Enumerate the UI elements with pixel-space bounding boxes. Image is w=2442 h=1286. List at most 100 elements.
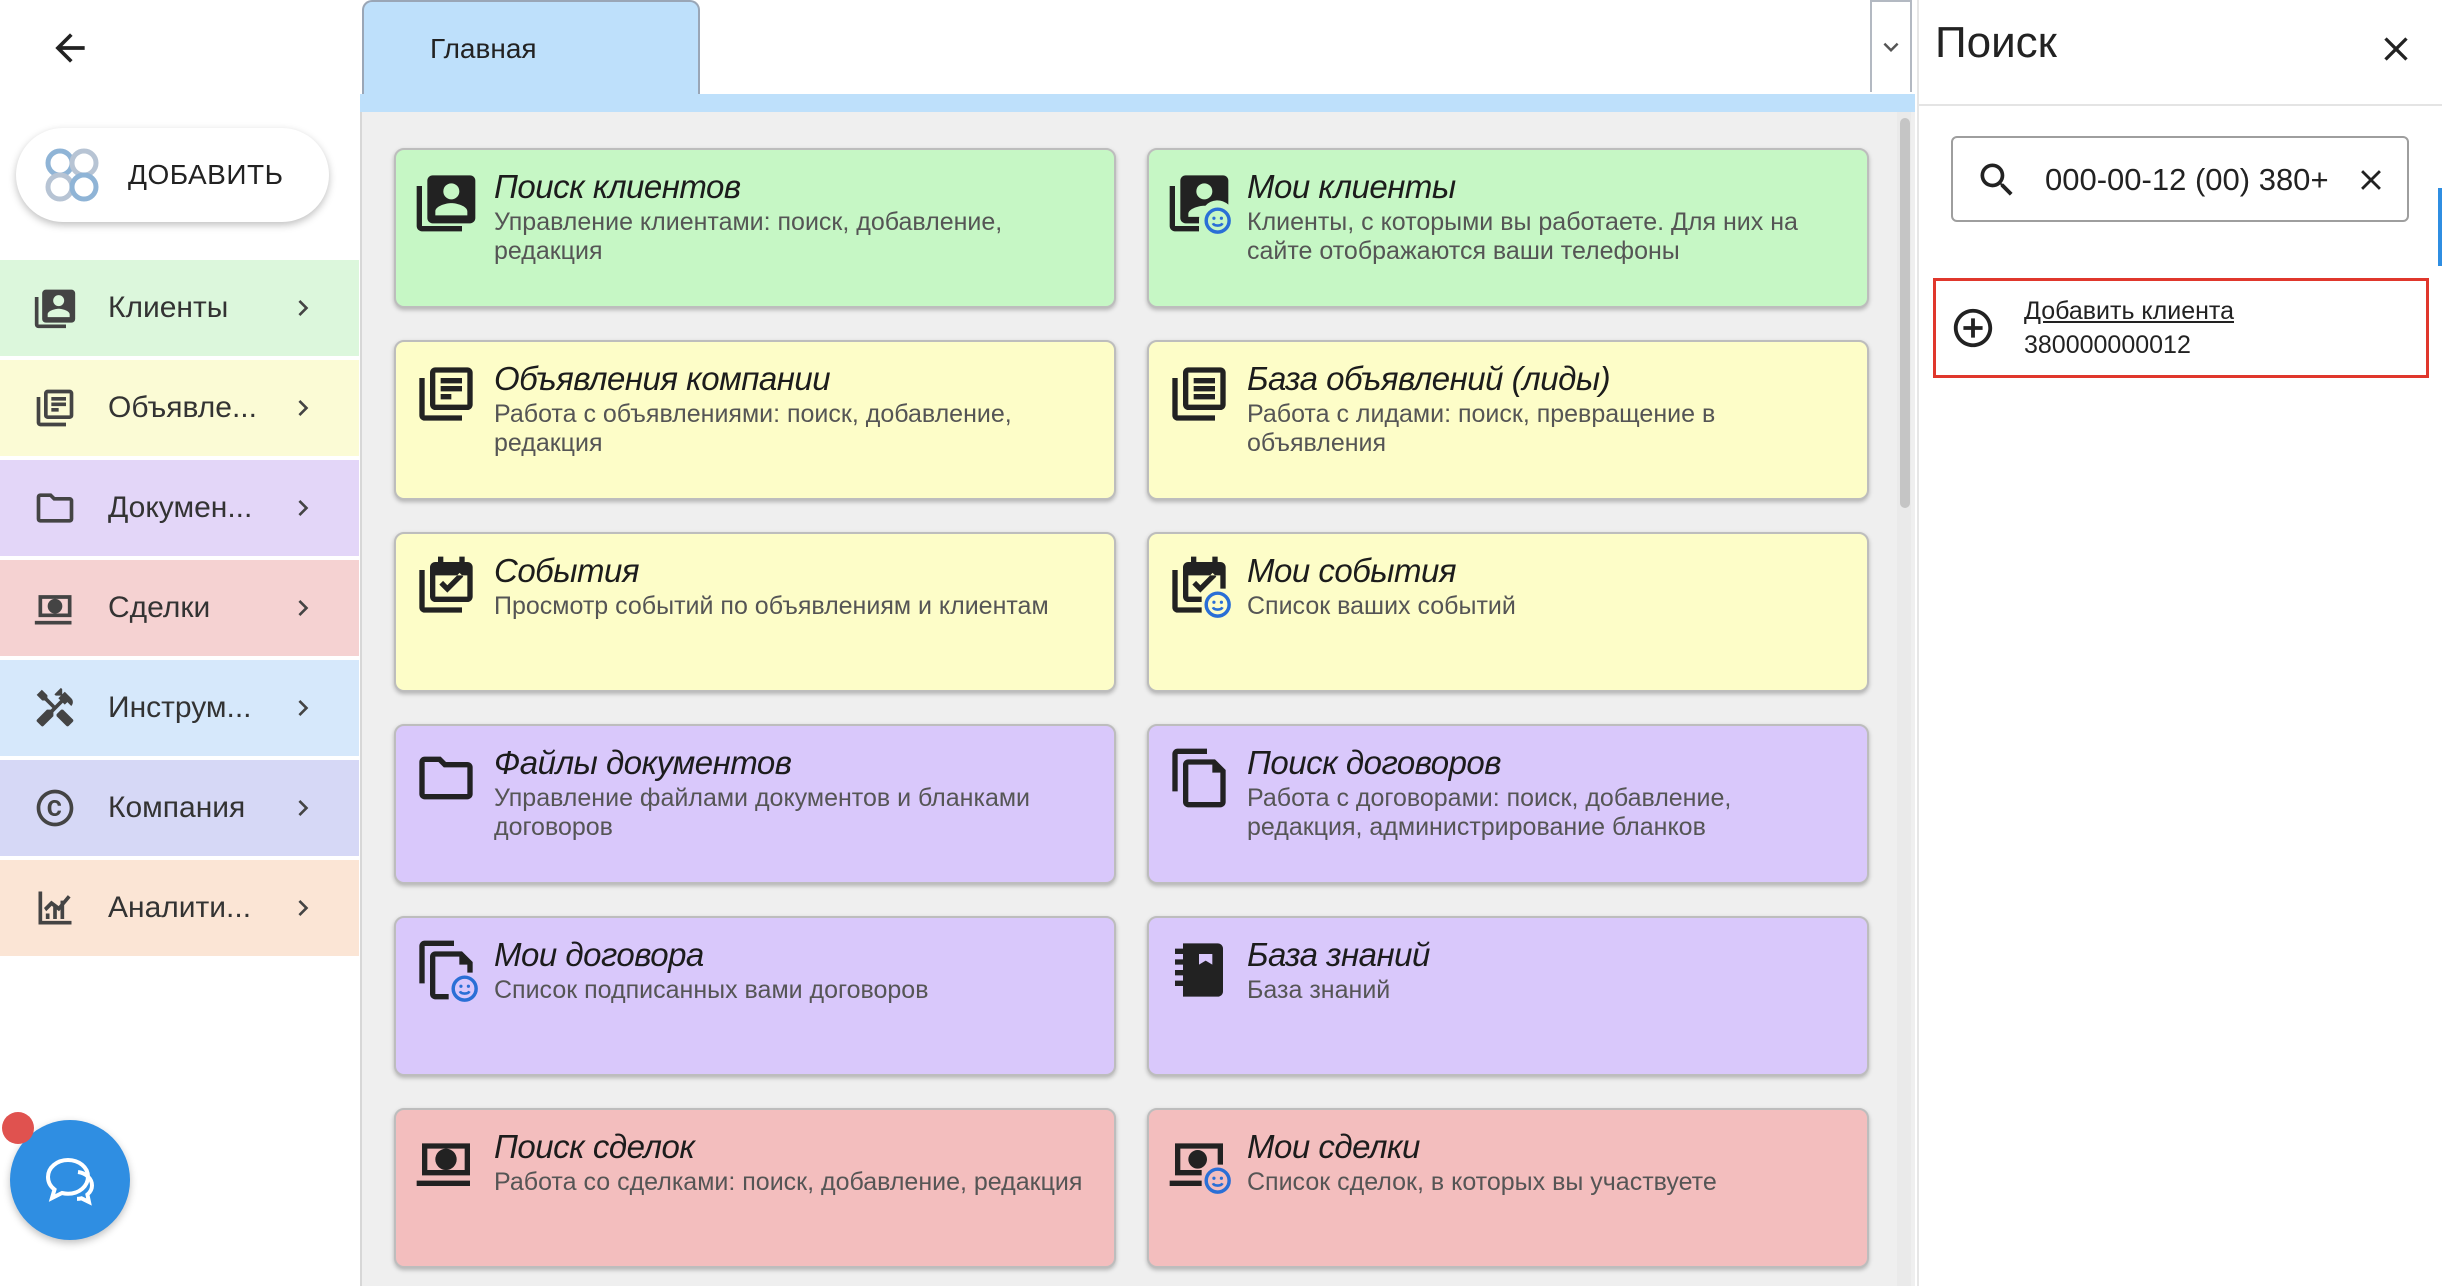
- card-description: Работа с объявлениями: поиск, добавление…: [494, 400, 1012, 457]
- chevron-right-icon: [298, 800, 309, 816]
- card-description: Управление клиентами: поиск, добавление,…: [494, 208, 1003, 265]
- card-description: Клиенты, с которыми вы работаете. Для ни…: [1247, 208, 1798, 265]
- card-my-deals[interactable]: Мои сделки Список сделок, в которых вы у…: [1147, 1108, 1869, 1268]
- chevron-right-icon: [298, 400, 309, 416]
- card-company-listings[interactable]: Объявления компании Работа с объявлениям…: [394, 340, 1116, 500]
- card-description: Работа со сделками: поиск, добавление, р…: [494, 1168, 1083, 1196]
- sidebar-item-label: Компания: [108, 791, 246, 824]
- chevron-right-icon: [298, 300, 309, 316]
- card-my-clients[interactable]: Мои клиенты Клиенты, с которыми вы работ…: [1147, 148, 1869, 308]
- sidebar-item-label: Объявле...: [108, 391, 257, 424]
- folder-icon: [32, 485, 78, 531]
- chat-bubble-icon: [45, 1157, 95, 1206]
- chevron-right-icon: [298, 700, 309, 716]
- analytics-icon: [32, 885, 78, 931]
- card-title: Мои события: [1247, 552, 1457, 589]
- card-deal-search[interactable]: Поиск сделок Работа со сделками: поиск, …: [394, 1108, 1116, 1268]
- search-icon: [1980, 163, 2013, 196]
- clear-search-button[interactable]: [2351, 160, 2391, 200]
- folder-icon: [419, 756, 473, 800]
- search-panel: Поиск Добавить клиента 380000000012: [1917, 0, 2442, 1286]
- tabs-dropdown-button[interactable]: [1870, 0, 1912, 92]
- calendar-check-icon: [419, 556, 473, 613]
- card-title: Поиск клиентов: [494, 168, 741, 205]
- card-knowledge-base[interactable]: База знаний База знаний: [1147, 916, 1869, 1076]
- copyright-icon: [32, 785, 78, 831]
- listings-icon: [419, 367, 473, 421]
- tab-label: Главная: [430, 33, 537, 64]
- sidebar-item-label: Аналити...: [108, 891, 252, 924]
- client-card-smile-icon: [1169, 175, 1231, 234]
- card-description: Список подписанных вами договоров: [494, 976, 929, 1004]
- card-description: База знаний: [1247, 976, 1391, 1004]
- contact-card-icon: [32, 285, 78, 331]
- card-description: Работа с лидами: поиск, превращение в об…: [1247, 400, 1716, 457]
- search-panel-title: Поиск: [1935, 18, 2057, 67]
- sidebar-item-deals[interactable]: Сделки: [0, 560, 359, 656]
- card-description: Список ваших событий: [1247, 592, 1516, 620]
- left-sidebar: ДОБАВИТЬ Клиенты Объявле... Докумен... С…: [0, 0, 359, 1286]
- notification-dot: [2, 1112, 34, 1144]
- sidebar-item-analytics[interactable]: Аналити...: [0, 860, 359, 956]
- tab-main[interactable]: Главная: [362, 0, 700, 96]
- notebook-icon: [1175, 943, 1223, 997]
- money-smile-icon: [1169, 1143, 1231, 1194]
- card-title: База объявлений (лиды): [1247, 360, 1611, 397]
- sidebar-item-label: Инструм...: [108, 691, 252, 724]
- panel-edge-indicator: [2438, 188, 2442, 266]
- sidebar-item-documents[interactable]: Докумен...: [0, 460, 359, 556]
- main-area: Главная Поиск клиентов Управление клиент…: [360, 0, 1915, 1286]
- add-button-label: ДОБАВИТЬ: [128, 159, 284, 190]
- close-icon: [2361, 170, 2381, 190]
- card-my-contracts[interactable]: Мои договора Список подписанных вами дог…: [394, 916, 1116, 1076]
- scrollbar-thumb[interactable]: [1900, 118, 1910, 508]
- card-description: Управление файлами документов и бланками…: [494, 784, 1031, 841]
- cards-grid: Поиск клиентов Управление клиентами: пои…: [360, 112, 1915, 1286]
- add-circle-icon: [1953, 308, 1993, 348]
- tools-icon: [32, 685, 78, 731]
- chevron-right-icon: [298, 600, 309, 616]
- sidebar-item-label: Сделки: [108, 591, 211, 624]
- card-title: Файлы документов: [494, 744, 792, 781]
- back-arrow-button[interactable]: [44, 22, 96, 74]
- card-my-events[interactable]: Мои события Список ваших событий: [1147, 532, 1869, 692]
- close-button[interactable]: [2371, 24, 2421, 74]
- calendar-check-smile-icon: [1172, 556, 1231, 618]
- sidebar-item-listings[interactable]: Объявле...: [0, 360, 359, 456]
- add-client-link[interactable]: Добавить клиента: [2024, 297, 2234, 326]
- card-title: Мои сделки: [1247, 1128, 1420, 1165]
- add-client-result[interactable]: Добавить клиента 380000000012: [1933, 278, 2429, 378]
- card-document-files[interactable]: Файлы документов Управление файлами доку…: [394, 724, 1116, 884]
- phone-number: 380000000012: [2024, 331, 2191, 359]
- chevron-right-icon: [298, 500, 309, 516]
- card-description: Список сделок, в которых вы участвуете: [1247, 1168, 1717, 1196]
- card-events[interactable]: События Просмотр событий по объявлениям …: [394, 532, 1116, 692]
- card-contract-search[interactable]: Поиск договоров Работа с договорами: пои…: [1147, 724, 1869, 884]
- listings-icon: [32, 385, 78, 431]
- card-title: Объявления компании: [494, 360, 831, 397]
- article-stack-icon: [1172, 367, 1226, 421]
- chevron-down-icon: [1883, 42, 1899, 52]
- card-client-search[interactable]: Поиск клиентов Управление клиентами: пои…: [394, 148, 1116, 308]
- sidebar-item-company[interactable]: Компания: [0, 760, 359, 856]
- documents-icon: [1172, 748, 1226, 808]
- sidebar-item-clients[interactable]: Клиенты: [0, 260, 359, 356]
- card-title: Поиск сделок: [494, 1128, 695, 1165]
- chevron-right-icon: [298, 900, 309, 916]
- sidebar-item-label: Докумен...: [108, 491, 253, 524]
- divider: [1919, 104, 2442, 106]
- search-input[interactable]: [2045, 154, 2335, 206]
- tab-underline: [360, 94, 1915, 112]
- card-title: Мои клиенты: [1247, 168, 1456, 205]
- money-icon: [32, 585, 78, 631]
- card-title: Мои договора: [494, 936, 704, 973]
- sidebar-item-tools[interactable]: Инструм...: [0, 660, 359, 756]
- documents-smile-icon: [419, 940, 478, 1002]
- client-card-icon: [416, 175, 476, 232]
- card-description: Работа с договорами: поиск, добавление, …: [1247, 784, 1732, 841]
- arrow-left-icon: [55, 33, 85, 63]
- add-button[interactable]: ДОБАВИТЬ: [16, 128, 329, 222]
- card-description: Просмотр событий по объявлениям и клиент…: [494, 592, 1049, 620]
- card-leads-base[interactable]: База объявлений (лиды) Работа с лидами: …: [1147, 340, 1869, 500]
- card-title: Поиск договоров: [1247, 744, 1502, 781]
